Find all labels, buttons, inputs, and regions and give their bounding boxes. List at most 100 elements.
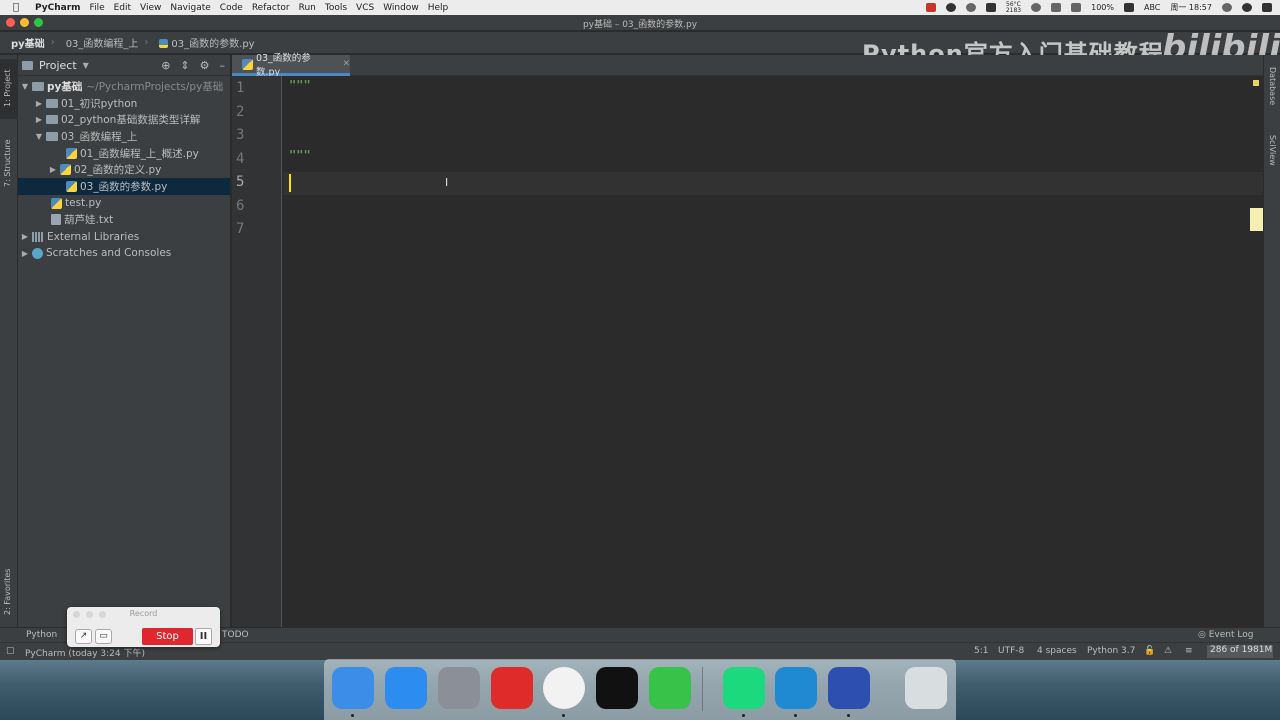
expand-arrow-icon[interactable]: ▼ [32, 132, 46, 141]
apple-menu-icon[interactable]:  [13, 2, 27, 13]
tab-active-file[interactable]: 03_函数的参数.py ✕ [232, 53, 350, 78]
wechat-tray-icon[interactable] [965, 3, 976, 12]
tree-item-file[interactable]: 葫芦娃.txt [18, 212, 230, 229]
dock-app-chrome-icon[interactable] [543, 667, 585, 709]
todo-tab[interactable]: TODO [222, 630, 249, 640]
hide-panel-icon[interactable]: – [220, 59, 226, 72]
user-icon[interactable] [1242, 3, 1252, 12]
indent-setting[interactable]: 4 spaces [1037, 646, 1077, 656]
close-tab-icon[interactable]: ✕ [342, 59, 350, 69]
sciview-tool-label[interactable]: SciView [1268, 135, 1277, 166]
menu-view[interactable]: View [140, 3, 161, 13]
expand-arrow-icon[interactable]: ▶ [32, 99, 46, 108]
tree-item-libraries[interactable]: ▶ External Libraries [18, 228, 230, 245]
line-number-current[interactable]: 5 [236, 174, 244, 190]
inspector-icon[interactable]: ⚠ [1164, 646, 1172, 656]
tree-root[interactable]: ▼ py基础 ~/PycharmProjects/py基础 [18, 78, 230, 95]
tree-item-file-selected[interactable]: 03_函数的参数.py [18, 178, 230, 195]
menu-run[interactable]: Run [299, 3, 316, 13]
scrollbar-marker[interactable] [1250, 208, 1263, 231]
wifi-icon[interactable] [1051, 3, 1062, 12]
menu-window[interactable]: Window [383, 3, 419, 13]
breadcrumb-file[interactable]: 03_函数的参数.py [148, 35, 255, 50]
project-tool-label[interactable]: 1: Project [3, 69, 12, 107]
tree-item-folder[interactable]: ▶ 01_初识python [18, 95, 230, 112]
dock-app-netease-music-icon[interactable] [491, 667, 533, 709]
project-panel-title[interactable]: Project [39, 59, 77, 72]
bolt-tray-icon[interactable] [945, 3, 956, 12]
notification-center-icon[interactable] [1262, 3, 1272, 12]
menu-vcs[interactable]: VCS [356, 3, 374, 13]
dock-app-finder-icon[interactable] [332, 667, 374, 709]
clock[interactable]: 周一 18:57 [1170, 2, 1212, 13]
database-tool-label[interactable]: Database [1268, 67, 1277, 105]
cpu-temp-readout[interactable]: 56°C 2183 [1006, 1, 1021, 14]
menu-edit[interactable]: Edit [114, 3, 131, 13]
python-console-tab[interactable]: Python [26, 630, 57, 640]
event-log-tab[interactable]: ◎ Event Log [1198, 630, 1253, 640]
expand-arrow-icon[interactable]: ▶ [46, 165, 60, 174]
line-number[interactable]: 3 [236, 127, 244, 143]
tool-tray-icon[interactable] [985, 3, 996, 12]
memory-indicator[interactable]: 286 of 1981M [1207, 645, 1273, 658]
pen-icon[interactable]: ↗ [75, 629, 92, 644]
menu-refactor[interactable]: Refactor [252, 3, 290, 13]
git-icon[interactable]: ≡ [1185, 646, 1193, 656]
code-line[interactable]: """ [289, 148, 311, 162]
menu-help[interactable]: Help [428, 3, 449, 13]
expand-arrow-icon[interactable]: ▶ [32, 115, 46, 124]
tree-item-folder[interactable]: ▶ 02_python基础数据类型详解 [18, 111, 230, 128]
breadcrumb-project[interactable]: py基础 [0, 35, 45, 50]
line-number[interactable]: 1 [236, 80, 244, 96]
line-number[interactable]: 2 [236, 104, 244, 120]
battery-percent[interactable]: 100% [1091, 3, 1114, 12]
code-editor[interactable]: """ """ I [283, 76, 1263, 627]
python-interpreter[interactable]: Python 3.7 [1087, 646, 1135, 656]
lock-icon[interactable]: 🔓 [1144, 646, 1155, 656]
dock-app-launchpad-icon[interactable] [438, 667, 480, 709]
inspection-status-icon[interactable] [1253, 80, 1259, 86]
breadcrumb-folder[interactable]: 03_函数编程_上 [55, 35, 139, 50]
line-number[interactable]: 4 [236, 151, 244, 167]
menu-tools[interactable]: Tools [325, 3, 347, 13]
gear-icon[interactable]: ⚙ [200, 59, 210, 72]
dock-app-vs-code-icon[interactable] [775, 667, 817, 709]
tree-item-file[interactable]: 01_函数编程_上_概述.py [18, 145, 230, 162]
volume-icon[interactable] [1071, 3, 1082, 12]
pause-recording-button[interactable]: II [195, 628, 212, 645]
locate-file-icon[interactable]: ⊕ [161, 59, 170, 72]
tree-item-file[interactable]: ▶ 02_函数的定义.py [18, 161, 230, 178]
dock-app-safari-icon[interactable] [385, 667, 427, 709]
collapse-all-icon[interactable]: ⇕ [180, 59, 189, 72]
menu-code[interactable]: Code [220, 3, 243, 13]
dock-app-pycharm-icon[interactable] [723, 667, 765, 709]
tree-item-file[interactable]: test.py [18, 195, 230, 212]
menu-app-name[interactable]: PyCharm [35, 3, 81, 13]
favorites-tool-label[interactable]: 2: Favorites [3, 569, 12, 615]
dock-app-wechat-icon[interactable] [649, 667, 691, 709]
dock-app-trash-icon[interactable] [905, 667, 947, 709]
file-encoding[interactable]: UTF-8 [998, 646, 1024, 656]
expand-arrow-icon[interactable]: ▶ [18, 249, 32, 258]
stop-recording-button[interactable]: Stop [142, 628, 193, 645]
screen-area-icon[interactable]: ▭ [95, 629, 112, 644]
chrome-tray-icon[interactable] [1031, 3, 1042, 12]
search-icon[interactable] [1222, 3, 1232, 12]
structure-tool-label[interactable]: 7: Structure [3, 139, 12, 187]
record-tray-icon[interactable] [925, 3, 936, 12]
menu-file[interactable]: File [90, 3, 105, 13]
expand-arrow-icon[interactable]: ▶ [18, 232, 32, 241]
line-number[interactable]: 6 [236, 198, 244, 214]
menu-navigate[interactable]: Navigate [170, 3, 210, 13]
tree-item-scratches[interactable]: ▶ Scratches and Consoles [18, 245, 230, 262]
tree-item-folder[interactable]: ▼ 03_函数编程_上 [18, 128, 230, 145]
battery-icon[interactable] [1123, 3, 1134, 12]
input-method[interactable]: ABC [1144, 3, 1160, 12]
line-number[interactable]: 7 [236, 221, 244, 237]
dock-app-thunder-icon[interactable] [828, 667, 870, 709]
chevron-down-icon[interactable]: ▼ [83, 61, 89, 70]
status-toggle-icon[interactable]: ▢ [6, 646, 15, 656]
expand-arrow-icon[interactable]: ▼ [18, 82, 32, 91]
dock-app-qq-icon[interactable] [596, 667, 638, 709]
code-line[interactable]: """ [289, 78, 311, 92]
